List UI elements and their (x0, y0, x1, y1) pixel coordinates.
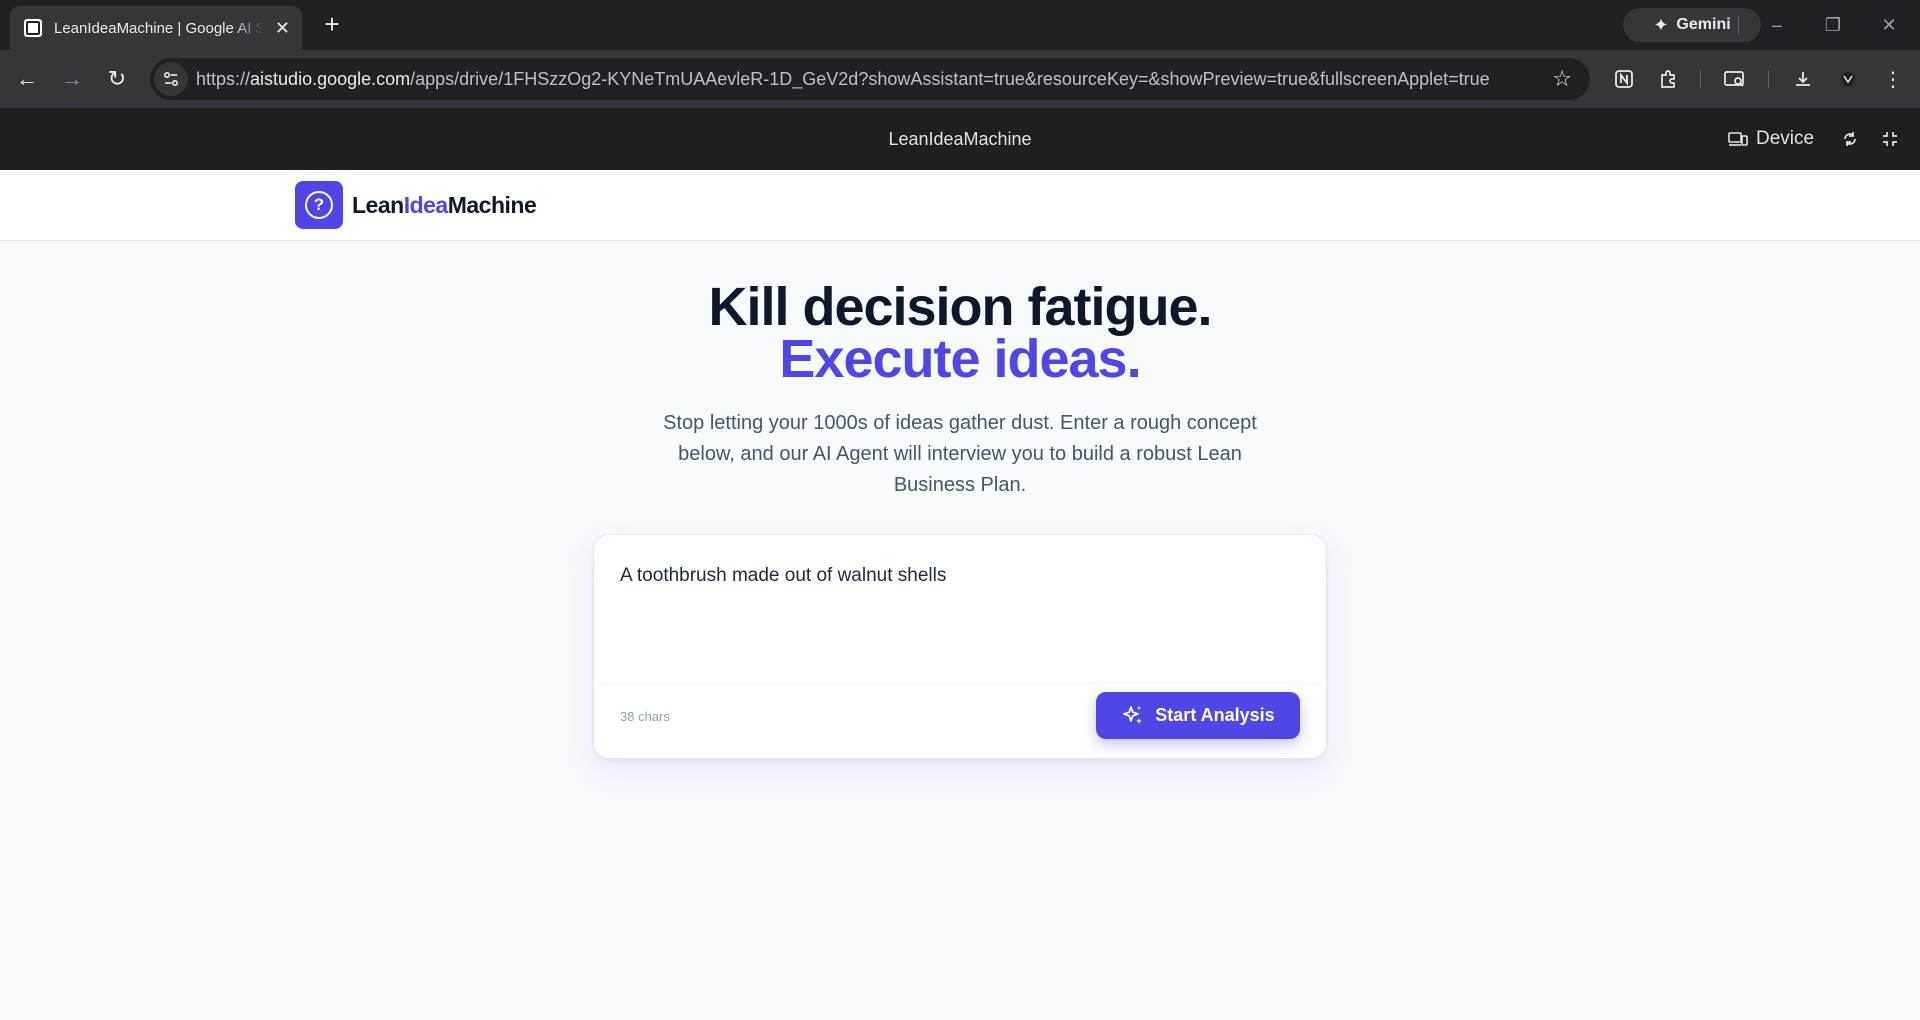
devices-icon (1728, 132, 1748, 146)
forward-arrow-icon[interactable]: → (57, 64, 87, 94)
hero-subtitle: Stop letting your 1000s of ideas gather … (663, 412, 1257, 496)
logo-word-idea: Idea (403, 191, 449, 218)
headline-accent: Execute ideas. (779, 329, 1141, 389)
char-count: 38 chars (620, 709, 670, 724)
bookmark-star-icon[interactable]: ☆ (1552, 66, 1572, 92)
extensions-puzzle-icon[interactable] (1653, 64, 1683, 94)
hero: Kill decision fatigue. Execute ideas. St… (0, 280, 1920, 501)
applet-header: LeanIdeaMachine Device (0, 108, 1920, 170)
close-tab-icon[interactable]: ✕ (275, 19, 290, 37)
idea-card: A toothbrush made out of walnut shells 3… (593, 534, 1327, 759)
browser-tabstrip: LeanIdeaMachine | Google AI Studio ✕ + ✦… (0, 0, 1920, 50)
exit-fullscreen-icon[interactable] (1875, 124, 1905, 154)
url-scheme: https:// (196, 68, 251, 89)
logo-text: LeanIdeaMachine (352, 191, 537, 219)
logo-word-machine: Machine (447, 191, 537, 218)
tab-search-icon[interactable] (1720, 64, 1750, 94)
site-info-icon[interactable] (154, 62, 188, 96)
url-text[interactable]: https://aistudio.google.com/apps/drive/1… (196, 69, 1516, 90)
more-menu-icon[interactable]: ⋮ (1878, 64, 1908, 94)
start-analysis-button[interactable]: Start Analysis (1096, 692, 1300, 739)
idea-input[interactable]: A toothbrush made out of walnut shells (620, 563, 1300, 663)
divider (1768, 70, 1769, 88)
logo[interactable]: ? LeanIdeaMachine (295, 181, 537, 229)
divider (602, 683, 1318, 684)
rotate-icon[interactable] (1835, 124, 1865, 154)
divider (1700, 70, 1701, 88)
new-tab-button[interactable]: + (318, 10, 346, 38)
restore-icon[interactable]: ❐ (1818, 10, 1848, 40)
download-icon[interactable] (1788, 64, 1818, 94)
question-mark-icon: ? (295, 181, 343, 229)
divider (1738, 16, 1739, 34)
tab-title: LeanIdeaMachine | Google AI Studio (54, 19, 264, 37)
gemini-label: Gemini (1676, 16, 1731, 33)
profile-avatar-icon[interactable] (1833, 64, 1863, 94)
url-path: /apps/drive/1FHSzzOg2-KYNeTmUAAevleR-1D_… (410, 68, 1490, 89)
notion-extension-icon[interactable] (1609, 64, 1639, 94)
close-window-icon[interactable]: ✕ (1874, 10, 1904, 40)
headline: Kill decision fatigue. (708, 277, 1212, 337)
sparkles-icon (1123, 705, 1143, 724)
logo-word-lean: Lean (352, 191, 404, 218)
start-analysis-label: Start Analysis (1155, 705, 1275, 725)
url-host: aistudio.google.com (250, 68, 411, 89)
device-button[interactable]: Device (1728, 124, 1814, 154)
site-header: ? LeanIdeaMachine (0, 170, 1920, 241)
minimize-icon[interactable]: – (1762, 10, 1792, 40)
tab-favicon-icon (24, 19, 42, 37)
browser-toolbar: ← → ↻ https://aistudio.google.com/apps/d… (0, 50, 1920, 108)
browser-tab[interactable]: LeanIdeaMachine | Google AI Studio ✕ (10, 6, 302, 50)
applet-title: LeanIdeaMachine (888, 129, 1032, 149)
reload-icon[interactable]: ↻ (102, 64, 132, 94)
gemini-button[interactable]: ✦ Gemini (1623, 8, 1761, 42)
address-bar[interactable]: https://aistudio.google.com/apps/drive/1… (150, 58, 1590, 100)
sparkle-icon: ✦ (1653, 14, 1669, 35)
back-arrow-icon[interactable]: ← (12, 64, 42, 94)
device-label: Device (1756, 128, 1815, 149)
app-page: ? LeanIdeaMachine Kill decision fatigue.… (0, 170, 1920, 1020)
